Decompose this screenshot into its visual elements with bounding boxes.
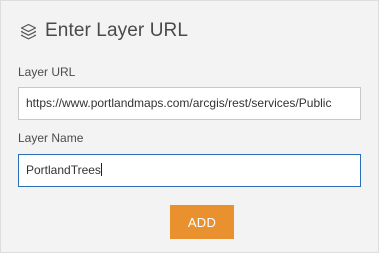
add-button[interactable]: ADD bbox=[170, 205, 234, 239]
text-cursor bbox=[100, 163, 102, 177]
layer-url-input[interactable]: https://www.portlandmaps.com/arcgis/rest… bbox=[18, 87, 361, 120]
layer-url-value: https://www.portlandmaps.com/arcgis/rest… bbox=[26, 96, 332, 110]
layer-name-label: Layer Name bbox=[18, 131, 84, 145]
layer-name-value: PortlandTrees bbox=[26, 163, 101, 177]
add-layer-panel: Enter Layer URL Layer URL https://www.po… bbox=[0, 0, 379, 253]
layer-name-input[interactable]: PortlandTrees bbox=[18, 154, 361, 187]
panel-title: Enter Layer URL bbox=[45, 20, 189, 41]
layer-url-label: Layer URL bbox=[18, 65, 76, 79]
layers-icon bbox=[18, 21, 38, 41]
panel-header: Enter Layer URL bbox=[18, 19, 188, 43]
